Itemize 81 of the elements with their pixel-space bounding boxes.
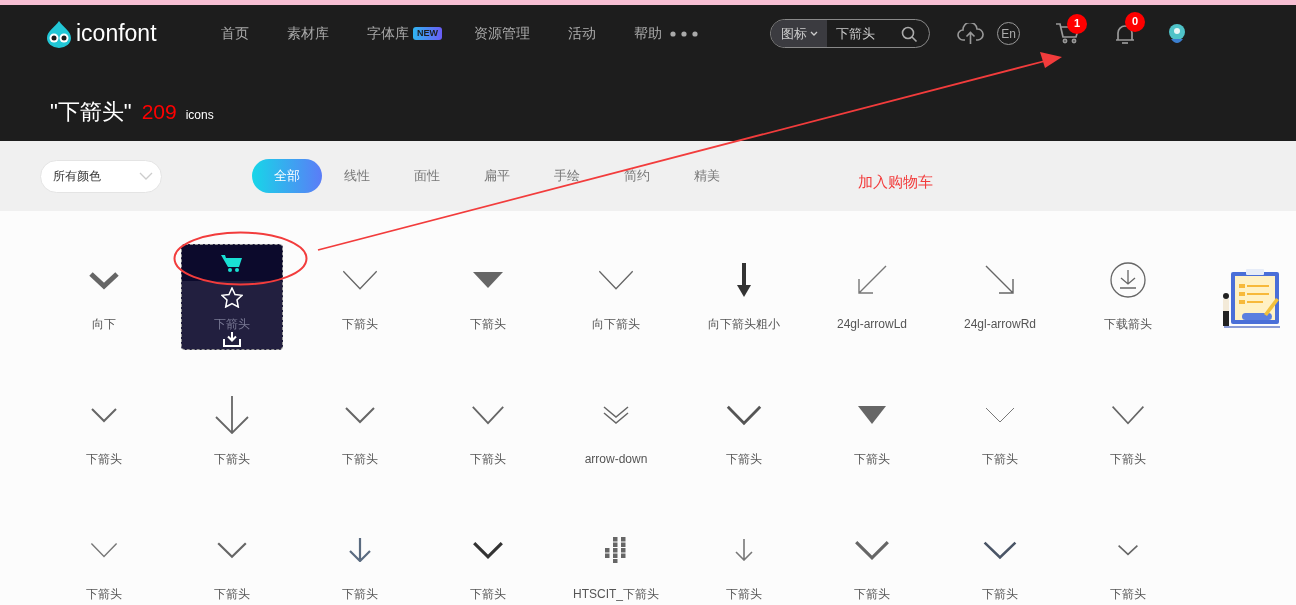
icon-label: HTSCIT_下箭头 [573,586,659,602]
chevron-down-icon[interactable] [471,540,505,560]
arrow-down-icon[interactable] [736,263,752,297]
nav-link[interactable]: 资源管理 [474,23,530,44]
result-unit: icons [185,107,214,124]
icon-label: 下箭头 [86,586,122,602]
arrow-down-left-icon[interactable] [857,265,887,295]
nav-link[interactable]: 字体库 [367,23,409,44]
style-tab[interactable]: 手绘 [532,159,602,193]
chevron-down-icon[interactable] [90,407,118,423]
style-tab[interactable]: 线性 [322,159,392,193]
chevron-down-icon[interactable] [344,406,376,424]
cart-icon[interactable] [221,253,243,273]
chevron-down-icon[interactable] [982,540,1018,560]
logo-text[interactable]: iconfont [76,22,157,45]
scope-label: 图标 [780,24,807,43]
chevron-down-icon[interactable] [725,404,763,426]
more-icon[interactable] [670,30,698,37]
chevron-down-icon[interactable] [216,541,248,559]
arrow-down-right-icon[interactable] [985,265,1015,295]
chevron-down-icon[interactable] [1117,544,1139,556]
icon-label: 向下 [92,316,116,332]
icon-label: arrow-down [584,451,648,467]
icon-label: 下箭头 [342,316,378,332]
icon-label: 下箭头 [214,316,250,332]
download-icon[interactable] [222,331,242,347]
icon-label: 下箭头 [982,586,1018,602]
triangle-down-icon[interactable] [473,272,503,288]
dot-grid-icon[interactable] [605,537,627,563]
icon-label: 下箭头 [470,451,506,467]
icon-label: 下箭头 [470,316,506,332]
icon-label: 下箭头 [982,451,1018,467]
nav-link[interactable]: 活动 [568,23,596,44]
notification-count-badge: 0 [1125,11,1145,32]
icon-label: 下箭头 [1110,451,1146,467]
style-tab[interactable]: 扁平 [462,159,532,193]
color-label: 所有颜色 [53,168,101,185]
icon-label: 下箭头 [214,451,250,467]
icon-label: 下载箭头 [1104,316,1152,332]
avatar-icon[interactable] [1166,21,1188,46]
icon-label: 下箭头 [726,586,762,602]
icon-label: 下箭头 [214,586,250,602]
icon-label: 下箭头 [342,586,378,602]
upload-cloud-icon[interactable] [957,22,984,45]
download-circle-icon[interactable] [1110,262,1146,298]
annotation-text: 加入购物车 [858,172,933,192]
logo-icon [44,19,74,48]
style-tab[interactable]: 精美 [672,159,742,193]
icon-label: 下箭头 [854,451,890,467]
search-icon[interactable] [901,26,918,43]
icon-label: 向下箭头粗小 [708,316,780,332]
nav-link[interactable]: 帮助 [634,23,662,44]
chevron-down-icon[interactable] [1111,405,1145,425]
star-icon[interactable] [221,287,243,308]
icon-label: 24gl-arrowRd [964,316,1036,332]
nav-link[interactable]: 素材库 [287,23,329,44]
search-query-title: "下箭头" [50,98,132,126]
icon-label: 下箭头 [86,451,122,467]
icon-label: 24gl-arrowLd [836,316,907,332]
color-dropdown[interactable]: 所有颜色 [40,159,162,193]
new-badge: NEW [413,27,442,40]
style-tab[interactable]: 简约 [602,159,672,193]
scope-dropdown[interactable]: 图标 [771,20,827,47]
arrow-down-icon[interactable] [349,538,371,562]
chevron-down-icon[interactable] [853,539,891,561]
cart-count-badge: 1 [1067,13,1087,34]
icon-label: 向下箭头 [592,316,640,332]
nav-link[interactable]: 首页 [221,23,249,44]
chevron-down-icon [809,31,818,36]
icon-label: 下箭头 [1110,586,1146,602]
chevron-down-icon[interactable] [471,405,505,425]
triangle-down-icon[interactable] [858,406,886,424]
result-count: 209 [141,99,177,125]
icon-label: 下箭头 [470,586,506,602]
arrow-down-icon[interactable] [215,396,249,434]
style-tab[interactable]: 面性 [392,159,462,193]
double-chevron-icon[interactable] [602,405,630,425]
chevron-down-icon [139,172,153,180]
icon-label: 下箭头 [726,451,762,467]
icon-label: 下箭头 [342,451,378,467]
icon-label: 下箭头 [854,586,890,602]
